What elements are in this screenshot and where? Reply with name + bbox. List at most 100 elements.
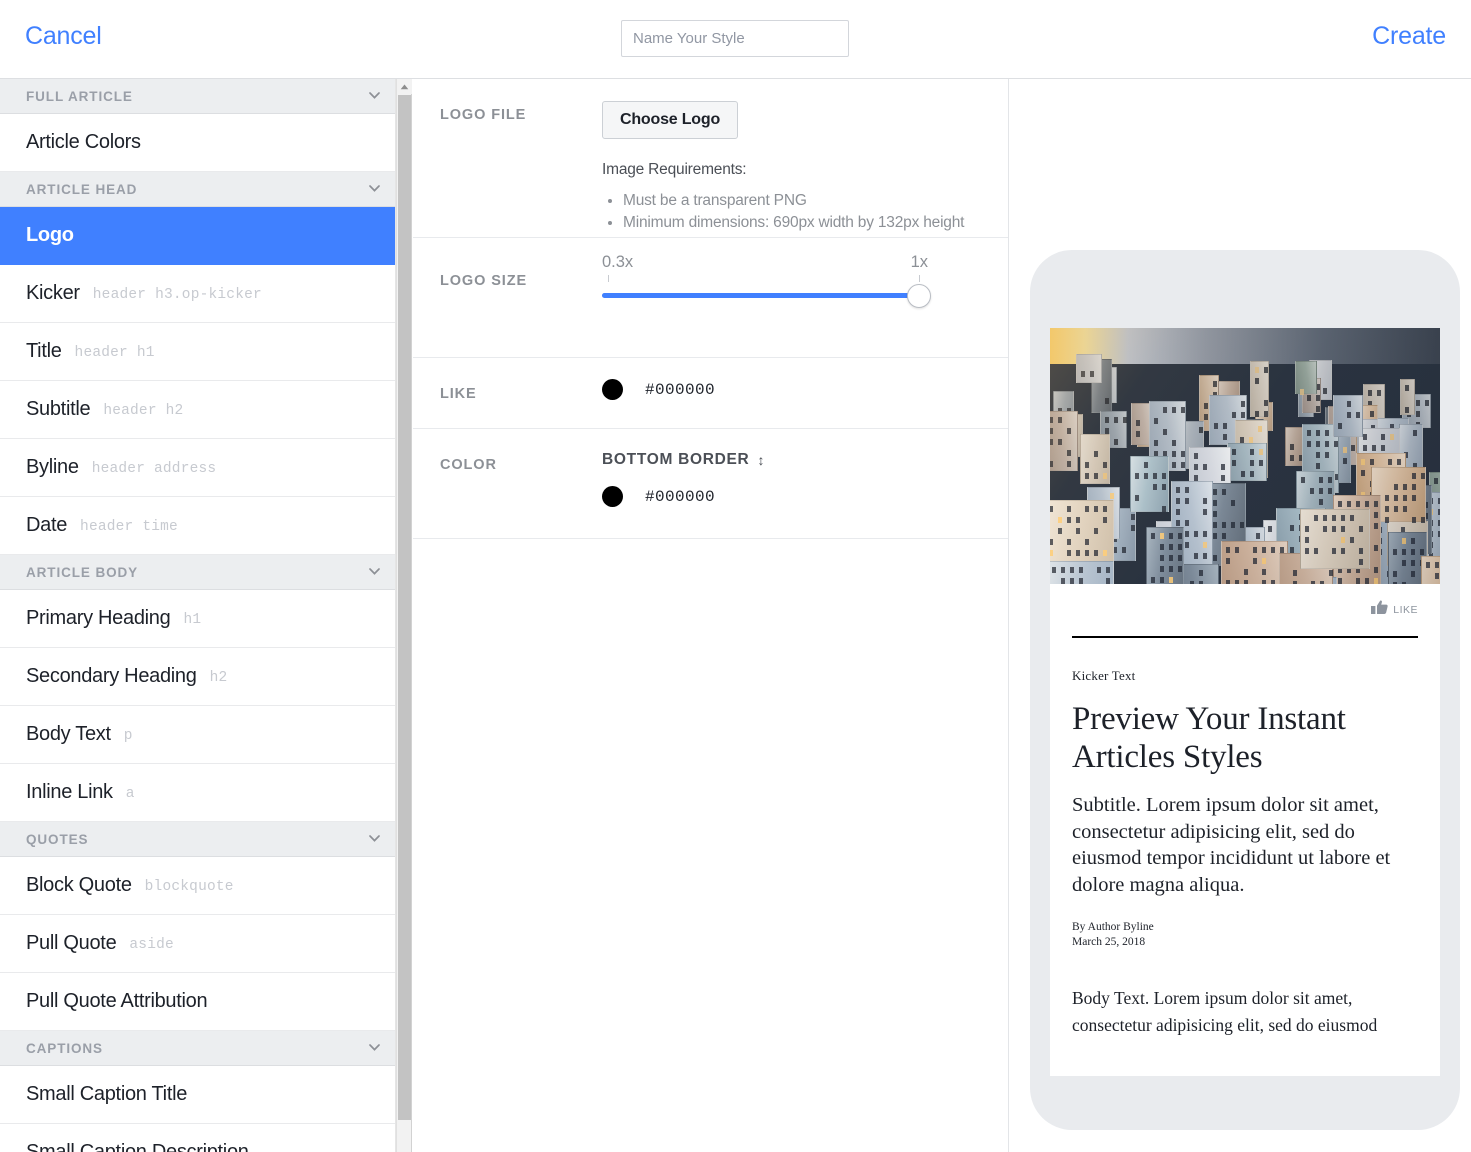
preview-pane: LIKE Kicker Text Preview Your Instant Ar… — [1010, 79, 1471, 1152]
color-row: COLOR BOTTOM BORDER ↕ #000000 — [413, 429, 1008, 539]
slider-fill — [602, 293, 920, 298]
logo-size-label: LOGO SIZE — [440, 273, 527, 289]
sidebar-item-article-colors[interactable]: Article Colors — [0, 114, 395, 172]
sidebar-item-logo[interactable]: Logo — [0, 207, 395, 265]
like-color-hex[interactable]: #000000 — [645, 381, 715, 399]
border-color-swatch[interactable] — [602, 486, 623, 507]
sidebar-item-label: Secondary Heading — [26, 665, 197, 688]
image-requirements-title: Image Requirements: — [602, 161, 992, 179]
sidebar-item-selector-tag: header time — [80, 519, 178, 535]
color-label: COLOR — [440, 457, 497, 473]
sidebar-item-label: Pull Quote — [26, 932, 116, 955]
chevron-down-icon[interactable] — [369, 92, 379, 99]
cancel-button[interactable]: Cancel — [25, 22, 102, 51]
sidebar-item-label: Block Quote — [26, 874, 132, 897]
sidebar-item-pull-quote[interactable]: Pull Quote aside — [0, 915, 395, 973]
sidebar-item-label: Small Caption Description — [26, 1141, 249, 1152]
sidebar-item-selector-tag: p — [124, 728, 133, 744]
list-item: Minimum dimensions: 690px width by 132px… — [623, 212, 992, 234]
create-button[interactable]: Create — [1372, 22, 1446, 51]
sidebar-item-subtitle[interactable]: Subtitleheader h2 — [0, 381, 395, 439]
sidebar-item-selector-tag: header h1 — [75, 345, 155, 361]
sidebar-item-selector-tag: h2 — [210, 670, 228, 686]
slider-max-label: 1x — [911, 253, 928, 272]
chevron-down-icon[interactable] — [369, 1044, 379, 1051]
sidebar-item-selector-tag: header address — [92, 461, 217, 477]
sidebar-item-selector-tag: header h2 — [103, 403, 183, 419]
list-item: Must be a transparent PNG — [623, 190, 992, 212]
sidebar-item-title[interactable]: Title header h1 — [0, 323, 395, 381]
sidebar-section-title: ARTICLE BODY — [26, 565, 138, 580]
top-bar: Cancel Create — [0, 0, 1471, 79]
sidebar-item-selector-tag: h1 — [183, 612, 201, 628]
sidebar-scrollbar[interactable] — [396, 79, 412, 1152]
sidebar-item-inline-link[interactable]: Inline Linka — [0, 764, 395, 822]
slider-track[interactable] — [602, 293, 920, 298]
sidebar-item-label: Byline — [26, 456, 79, 479]
logo-size-row: LOGO SIZE 0.3x 1x — [413, 238, 1008, 358]
color-target-select[interactable]: BOTTOM BORDER ↕ — [602, 429, 992, 469]
logo-file-label: LOGO FILE — [440, 107, 526, 123]
sidebar-section-article-body[interactable]: ARTICLE BODY — [0, 555, 395, 590]
sidebar-item-pull-quote-attribution[interactable]: Pull Quote Attribution — [0, 973, 395, 1031]
sidebar-item-primary-heading[interactable]: Primary Headingh1 — [0, 590, 395, 648]
sidebar-item-selector-tag: a — [126, 786, 135, 802]
chevron-down-icon[interactable] — [369, 185, 379, 192]
chevron-down-icon[interactable] — [369, 835, 379, 842]
sidebar-item-label: Logo — [26, 224, 74, 247]
sidebar-section-title: FULL ARTICLE — [26, 89, 133, 104]
preview-subtitle: Subtitle. Lorem ipsum dolor sit amet, co… — [1072, 792, 1418, 898]
like-label: LIKE — [1393, 604, 1418, 616]
phone-screen: LIKE Kicker Text Preview Your Instant Ar… — [1050, 328, 1440, 1076]
sidebar-section-captions[interactable]: CAPTIONS — [0, 1031, 395, 1066]
preview-title: Preview Your Instant Articles Styles — [1072, 700, 1418, 776]
sidebar-item-byline[interactable]: Byline header address — [0, 439, 395, 497]
sidebar-item-label: Title — [26, 340, 62, 363]
logo-size-slider[interactable]: 0.3x 1x — [602, 238, 992, 298]
like-bar: LIKE — [1050, 584, 1440, 636]
sidebar-item-label: Article Colors — [26, 131, 141, 154]
up-down-chevron-icon: ↕ — [757, 453, 765, 467]
sidebar-section-title: QUOTES — [26, 832, 88, 847]
sidebar-item-small-caption-title[interactable]: Small Caption Title — [0, 1066, 395, 1124]
sidebar-item-selector-tag: aside — [129, 937, 174, 953]
scroll-up-arrow-icon[interactable] — [397, 79, 412, 94]
phone-frame: LIKE Kicker Text Preview Your Instant Ar… — [1030, 250, 1460, 1130]
sidebar-item-selector-tag: header h3.op-kicker — [93, 287, 262, 303]
color-target-value: BOTTOM BORDER — [602, 451, 749, 469]
sidebar-item-label: Date — [26, 514, 67, 537]
slider-tick-labels: 0.3x 1x — [602, 253, 992, 275]
like-row: LIKE #000000 — [413, 358, 1008, 429]
sidebar-item-label: Kicker — [26, 282, 80, 305]
sidebar-section-article-head[interactable]: ARTICLE HEAD — [0, 172, 395, 207]
border-color-hex[interactable]: #000000 — [645, 488, 715, 506]
hero-cityscape-image — [1050, 328, 1440, 584]
sidebar-item-body-text[interactable]: Body Text p — [0, 706, 395, 764]
choose-logo-button[interactable]: Choose Logo — [602, 101, 738, 139]
style-sections-sidebar[interactable]: FULL ARTICLE Article Colors ARTICLE HEAD Lo… — [0, 79, 396, 1152]
sidebar-item-block-quote[interactable]: Block Quoteblockquote — [0, 857, 395, 915]
sidebar-item-secondary-heading[interactable]: Secondary Heading h2 — [0, 648, 395, 706]
border-color-picker[interactable]: #000000 — [602, 469, 992, 507]
like-label: LIKE — [440, 386, 477, 402]
slider-thumb[interactable] — [907, 284, 931, 308]
sidebar-section-title: CAPTIONS — [26, 1041, 103, 1056]
preview-byline: By Author Byline — [1072, 920, 1418, 935]
chevron-down-icon[interactable] — [369, 568, 379, 575]
sidebar-item-kicker[interactable]: Kicker header h3.op-kicker — [0, 265, 395, 323]
style-name-input[interactable] — [621, 20, 849, 57]
sidebar-item-small-caption-description[interactable]: Small Caption Description — [0, 1124, 395, 1152]
sidebar-scrollbar-thumb[interactable] — [398, 95, 411, 1120]
sidebar-item-label: Body Text — [26, 723, 111, 746]
sidebar-section-quotes[interactable]: QUOTES — [0, 822, 395, 857]
like-color-picker[interactable]: #000000 — [602, 358, 992, 400]
logo-file-row: LOGO FILE Choose Logo Image Requirements… — [413, 79, 1008, 238]
article-preview-content: Kicker Text Preview Your Instant Article… — [1050, 668, 1440, 1039]
bottom-border-rule — [1072, 636, 1418, 638]
sidebar-item-date[interactable]: Date header time — [0, 497, 395, 555]
like-color-swatch[interactable] — [602, 379, 623, 400]
sidebar-item-label: Pull Quote Attribution — [26, 990, 207, 1013]
thumbs-up-icon[interactable] — [1371, 600, 1388, 620]
settings-panel: LOGO FILE Choose Logo Image Requirements… — [413, 79, 1009, 1152]
sidebar-section-full-article[interactable]: FULL ARTICLE — [0, 79, 395, 114]
